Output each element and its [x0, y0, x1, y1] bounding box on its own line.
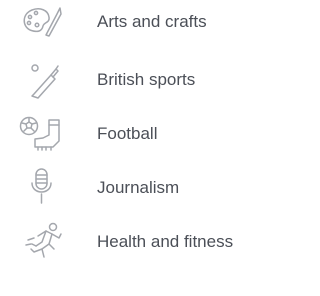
category-item-health-and-fitness[interactable]: Health and fitness [0, 220, 282, 264]
category-item-journalism[interactable]: Journalism [0, 166, 282, 210]
category-label: Football [97, 124, 158, 143]
palette-icon [18, 2, 66, 42]
microphone-icon [18, 168, 66, 208]
category-list: Arts and crafts British sports Football … [0, 0, 282, 296]
football-boot-icon [18, 114, 66, 154]
category-item-arts-and-crafts[interactable]: Arts and crafts [0, 0, 282, 44]
category-item-football[interactable]: Football [0, 112, 282, 156]
category-item-british-sports[interactable]: British sports [0, 58, 282, 102]
cricket-bat-icon [18, 60, 66, 100]
category-label: Journalism [97, 178, 180, 197]
category-label: Health and fitness [97, 232, 234, 251]
category-label: Arts and crafts [97, 12, 207, 31]
running-person-icon [18, 222, 66, 262]
category-label: British sports [97, 70, 196, 89]
